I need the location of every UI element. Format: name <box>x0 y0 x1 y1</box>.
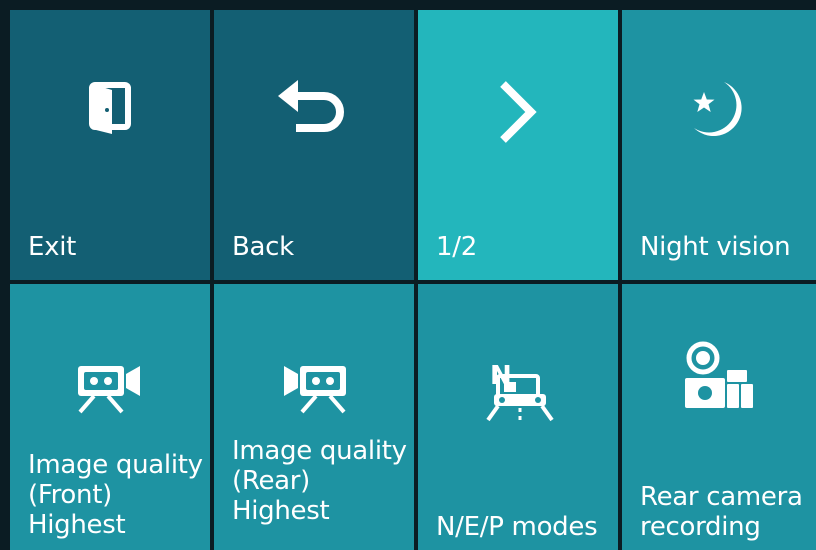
back-label: Back <box>232 232 294 262</box>
rear-camera-icon <box>214 360 414 416</box>
exit-door-icon <box>10 78 210 138</box>
back-arrow-icon <box>214 78 414 138</box>
nep-modes-label: N/E/P modes <box>436 512 598 542</box>
rear-camera-recording-subtitle: recording <box>640 512 761 542</box>
back-button[interactable]: Back <box>214 10 414 280</box>
nep-modes-button[interactable]: N N/E/P modes <box>418 284 618 550</box>
night-vision-button[interactable]: Night vision <box>622 10 816 280</box>
front-camera-icon <box>10 360 210 416</box>
image-quality-rear-label: Image quality (Rear) Highest <box>232 436 408 526</box>
rear-camera-recording-title: Rear camera <box>640 482 803 512</box>
image-quality-rear-subtitle: (Rear) <box>232 466 311 496</box>
exit-label: Exit <box>28 232 77 262</box>
next-page-button[interactable]: 1/2 <box>418 10 618 280</box>
night-vision-label: Night vision <box>640 232 791 262</box>
image-quality-rear-value: Highest <box>232 496 330 526</box>
rear-camera-recording-button[interactable]: Rear camera recording <box>622 284 816 550</box>
rear-camera-recording-icon <box>622 340 816 414</box>
image-quality-front-label: Image quality (Front) Highest <box>28 450 204 540</box>
image-quality-front-button[interactable]: Image quality (Front) Highest <box>10 284 210 550</box>
rear-camera-recording-label: Rear camera recording <box>640 482 810 542</box>
image-quality-front-title: Image quality <box>28 450 203 480</box>
image-quality-rear-button[interactable]: Image quality (Rear) Highest <box>214 284 414 550</box>
chevron-right-icon <box>418 80 618 144</box>
image-quality-front-value: Highest <box>28 510 126 540</box>
settings-menu-grid: Exit Back 1/2 Night vision Image quality… <box>0 0 816 550</box>
image-quality-rear-title: Image quality <box>232 436 407 466</box>
parking-car-icon: N <box>418 356 618 422</box>
exit-button[interactable]: Exit <box>10 10 210 280</box>
image-quality-front-subtitle: (Front) <box>28 480 112 510</box>
page-indicator-label: 1/2 <box>436 232 477 262</box>
moon-star-icon <box>622 78 816 142</box>
